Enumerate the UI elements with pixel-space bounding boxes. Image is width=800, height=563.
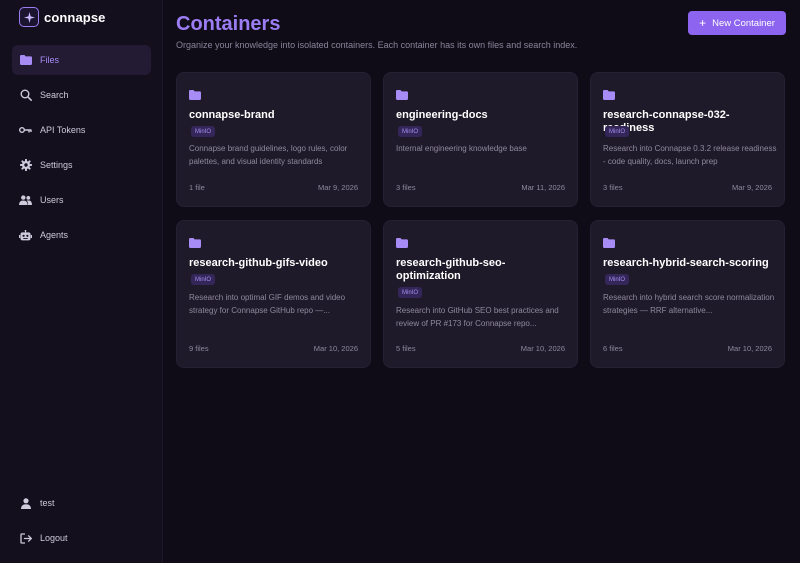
folder-icon — [396, 87, 408, 105]
brand[interactable]: connapse — [19, 7, 105, 27]
container-card[interactable]: research-github-gifs-video MinIO Researc… — [176, 220, 371, 368]
sidebar-item-label: Users — [40, 195, 64, 205]
container-date: Mar 10, 2026 — [727, 344, 772, 353]
container-card[interactable]: engineering-docs MinIO Internal engineer… — [383, 72, 578, 207]
storage-badge: MinIO — [398, 126, 423, 137]
sidebar-bottom: test Logout — [12, 488, 151, 558]
file-count: 1 file — [189, 183, 205, 192]
gear-icon — [19, 159, 32, 172]
file-count: 9 files — [189, 344, 209, 353]
container-date: Mar 10, 2026 — [313, 344, 358, 353]
plus-icon: + — [699, 16, 707, 30]
storage-badge: MinIO — [398, 287, 423, 298]
container-card[interactable]: connapse-brand MinIO Connapse brand guid… — [176, 72, 371, 207]
file-count: 3 files — [603, 183, 623, 192]
container-date: Mar 11, 2026 — [521, 183, 565, 192]
main-content: Containers Organize your knowledge into … — [164, 0, 800, 563]
container-date: Mar 10, 2026 — [520, 344, 565, 353]
file-count: 5 files — [396, 344, 416, 353]
sidebar-nav: Files Search API Tokens Settings Users A… — [12, 45, 151, 255]
container-name: engineering-docs — [396, 109, 488, 121]
container-description: Research into optimal GIF demos and vide… — [189, 293, 346, 315]
container-name: research-github-seo-optimization — [396, 257, 506, 282]
page-title: Containers — [176, 13, 281, 35]
file-count: 6 files — [603, 344, 623, 353]
container-date: Mar 9, 2026 — [317, 183, 358, 192]
robot-icon — [19, 229, 32, 242]
container-name: research-github-gifs-video — [189, 257, 328, 269]
sidebar-item-settings[interactable]: Settings — [12, 150, 151, 180]
sidebar-item-api-tokens[interactable]: API Tokens — [12, 115, 151, 145]
sidebar-item-label: API Tokens — [40, 125, 86, 135]
storage-badge: MinIO — [191, 126, 216, 137]
container-description: Research into hybrid search score normal… — [603, 293, 775, 315]
folder-icon — [603, 235, 615, 253]
key-icon — [19, 124, 32, 137]
sidebar-item-label: Settings — [40, 160, 73, 170]
container-description: Research into GitHub SEO best practices … — [396, 306, 559, 328]
sidebar: connapse Files Search API Tokens Setting… — [0, 0, 163, 563]
search-icon — [19, 89, 32, 102]
container-card[interactable]: research-connapse-032-readiness MinIO Re… — [590, 72, 785, 207]
storage-badge: MinIO — [605, 126, 630, 137]
user-icon — [19, 497, 32, 510]
container-card[interactable]: research-github-seo-optimization MinIO R… — [383, 220, 578, 368]
container-card[interactable]: research-hybrid-search-scoring MinIO Res… — [590, 220, 785, 368]
logout-button[interactable]: Logout — [12, 523, 151, 553]
sidebar-item-files[interactable]: Files — [12, 45, 151, 75]
sidebar-item-agents[interactable]: Agents — [12, 220, 151, 250]
folder-icon — [189, 87, 201, 105]
new-container-label: New Container — [712, 17, 775, 29]
sidebar-item-label: Agents — [40, 230, 69, 240]
logout-icon — [19, 532, 32, 545]
sidebar-item-label: Search — [40, 90, 69, 100]
folder-icon — [603, 87, 615, 105]
container-description: Research into Connapse 0.3.2 release rea… — [603, 144, 777, 166]
container-name: connapse-brand — [189, 109, 275, 121]
connapse-logo-icon — [19, 7, 39, 27]
container-date: Mar 9, 2026 — [731, 183, 772, 192]
folder-icon — [19, 54, 32, 67]
file-count: 3 files — [396, 183, 416, 192]
container-name: research-hybrid-search-scoring — [603, 257, 769, 269]
brand-name: connapse — [44, 9, 106, 25]
users-icon — [19, 194, 32, 207]
sidebar-item-search[interactable]: Search — [12, 80, 151, 110]
folder-icon — [189, 235, 201, 253]
new-container-button[interactable]: + New Container — [688, 11, 786, 35]
storage-badge: MinIO — [191, 274, 216, 285]
sidebar-item-users[interactable]: Users — [12, 185, 151, 215]
storage-badge: MinIO — [605, 274, 630, 285]
page-subtitle: Organize your knowledge into isolated co… — [176, 40, 578, 50]
logout-label: Logout — [40, 533, 68, 543]
sidebar-item-label: Files — [40, 55, 60, 65]
user-menu[interactable]: test — [12, 488, 151, 518]
folder-icon — [396, 235, 408, 253]
container-description: Connapse brand guidelines, logo rules, c… — [189, 144, 348, 166]
user-name: test — [40, 498, 55, 508]
container-description: Internal engineering knowledge base — [396, 144, 527, 153]
